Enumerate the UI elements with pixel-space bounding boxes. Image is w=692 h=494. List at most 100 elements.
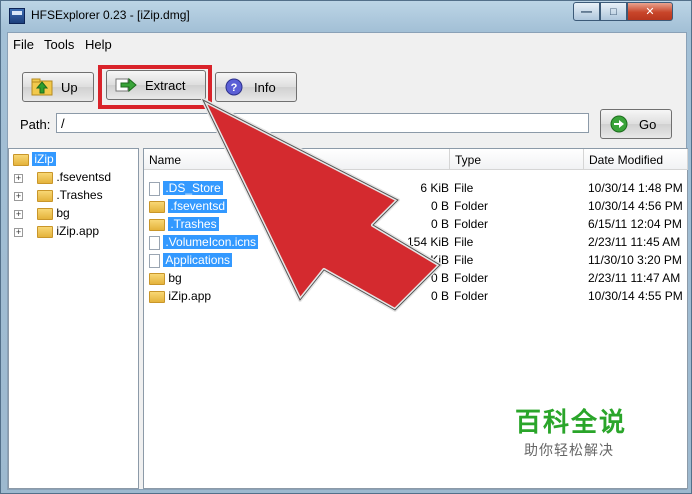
file-name: .VolumeIcon.icns [163, 235, 259, 249]
date-cell: 11/30/10 3:20 PM [588, 253, 682, 267]
type-cell: File [454, 253, 474, 267]
date-cell: 10/30/14 4:55 PM [588, 289, 683, 303]
info-button-label: Info [254, 79, 276, 95]
size-cell: 4 KiB [420, 253, 449, 267]
folder-icon [149, 290, 165, 303]
file-name: bg [168, 271, 182, 285]
list-row[interactable]: .Trashes 0 B Folder 6/15/11 12:04 PM [144, 215, 684, 233]
folder-up-icon [31, 78, 53, 96]
expand-icon[interactable]: + [14, 174, 23, 183]
menu-file[interactable]: File [13, 37, 34, 52]
watermark-tagline: 助你轻松解决 [524, 442, 614, 458]
name-cell: .Trashes [149, 217, 219, 231]
file-icon [149, 253, 160, 268]
tree-item[interactable]: + .Trashes [9, 188, 139, 206]
type-cell: File [454, 235, 474, 249]
expand-icon[interactable]: + [14, 192, 23, 201]
list-row[interactable]: .VolumeIcon.icns 154 KiB File 2/23/11 11… [144, 233, 684, 251]
folder-icon [37, 225, 53, 238]
name-cell: bg [149, 271, 182, 285]
date-cell: 10/30/14 4:56 PM [588, 199, 683, 213]
file-name: .Trashes [168, 217, 219, 231]
tree-root-label: iZip [32, 152, 56, 166]
file-name: .fseventsd [168, 199, 228, 213]
date-cell: 2/23/11 11:47 AM [588, 271, 681, 285]
folder-icon [149, 272, 165, 285]
list-row[interactable]: iZip.app 0 B Folder 10/30/14 4:55 PM [144, 287, 684, 305]
maximize-icon: □ [610, 5, 617, 18]
list-row[interactable]: Applications 4 KiB File 11/30/10 3:20 PM [144, 251, 684, 269]
file-name: .DS_Store [163, 181, 223, 195]
date-cell: 10/30/14 1:48 PM [588, 181, 683, 195]
tree-item-label: iZip.app [56, 224, 100, 238]
minimize-button[interactable]: — [573, 2, 600, 21]
window-title: HFSExplorer 0.23 - [iZip.dmg] [31, 8, 190, 22]
expand-icon[interactable]: + [14, 210, 23, 219]
tree-item-label: .fseventsd [56, 170, 112, 184]
tree-item[interactable]: + iZip.app [9, 224, 139, 242]
tree-item-label: bg [56, 206, 70, 220]
menu-tools[interactable]: Tools [44, 37, 74, 52]
folder-icon [37, 171, 53, 184]
tree-item[interactable]: + .fseventsd [9, 170, 139, 188]
type-cell: File [454, 181, 474, 195]
folder-tree[interactable]: iZip + .fseventsd + .Trashes + bg + iZip… [8, 148, 139, 489]
list-row[interactable]: .DS_Store 6 KiB File 10/30/14 1:48 PM [144, 179, 684, 197]
go-arrow-icon [609, 115, 631, 133]
title-bar[interactable]: HFSExplorer 0.23 - [iZip.dmg] — □ ✕ [1, 1, 691, 31]
menu-help[interactable]: Help [85, 37, 112, 52]
up-button-label: Up [61, 79, 78, 95]
folder-icon [37, 189, 53, 202]
path-label: Path: [20, 117, 51, 132]
up-button[interactable]: Up [22, 72, 94, 102]
tree-item[interactable]: + bg [9, 206, 139, 224]
size-cell: 0 B [430, 217, 449, 231]
watermark-brand: 百科全说 [515, 407, 628, 437]
folder-icon [37, 207, 53, 220]
folder-icon [149, 218, 165, 231]
list-row[interactable]: bg 0 B Folder 2/23/11 11:47 AM [144, 269, 684, 287]
tree-item-label: .Trashes [56, 188, 103, 202]
go-button[interactable]: Go [600, 109, 672, 139]
file-icon [149, 181, 160, 196]
size-cell: 0 B [430, 199, 449, 213]
list-row[interactable]: .fseventsd 0 B Folder 10/30/14 4:56 PM [144, 197, 684, 215]
name-cell: .VolumeIcon.icns [149, 235, 259, 250]
date-cell: 2/23/11 11:45 AM [588, 235, 681, 249]
name-cell: Applications [149, 253, 233, 268]
type-cell: Folder [454, 271, 489, 285]
size-cell: 6 KiB [420, 181, 449, 195]
extract-highlight-box [98, 65, 212, 109]
file-name: Applications [163, 253, 233, 267]
menu-bar: File Tools Help [8, 33, 686, 55]
folder-icon [149, 200, 165, 213]
file-icon [149, 235, 160, 250]
type-cell: Folder [454, 289, 489, 303]
svg-text:?: ? [231, 82, 238, 94]
size-cell: 0 B [430, 271, 449, 285]
close-icon: ✕ [645, 6, 655, 18]
close-button[interactable]: ✕ [627, 2, 673, 21]
column-header-date[interactable]: Date Modified [584, 149, 688, 170]
app-icon [9, 8, 25, 24]
expand-icon[interactable]: + [14, 228, 23, 237]
name-cell: iZip.app [149, 289, 211, 303]
type-cell: Folder [454, 217, 489, 231]
path-input[interactable] [56, 113, 589, 133]
size-cell: 154 KiB [406, 235, 449, 249]
type-cell: Folder [454, 199, 489, 213]
date-cell: 6/15/11 12:04 PM [588, 217, 682, 231]
go-button-label: Go [639, 116, 657, 132]
column-header-type[interactable]: Type [450, 149, 584, 170]
help-icon: ? [224, 78, 246, 96]
maximize-button[interactable]: □ [600, 2, 627, 21]
info-button[interactable]: ? Info [215, 72, 297, 102]
minimize-icon: — [581, 5, 592, 18]
folder-open-icon [13, 153, 29, 166]
name-cell: .fseventsd [149, 199, 228, 213]
size-cell: 0 B [430, 289, 449, 303]
file-name: iZip.app [168, 289, 212, 303]
column-header-name[interactable]: Name [144, 149, 450, 170]
name-cell: .DS_Store [149, 181, 223, 196]
tree-item-root[interactable]: iZip [13, 152, 56, 170]
